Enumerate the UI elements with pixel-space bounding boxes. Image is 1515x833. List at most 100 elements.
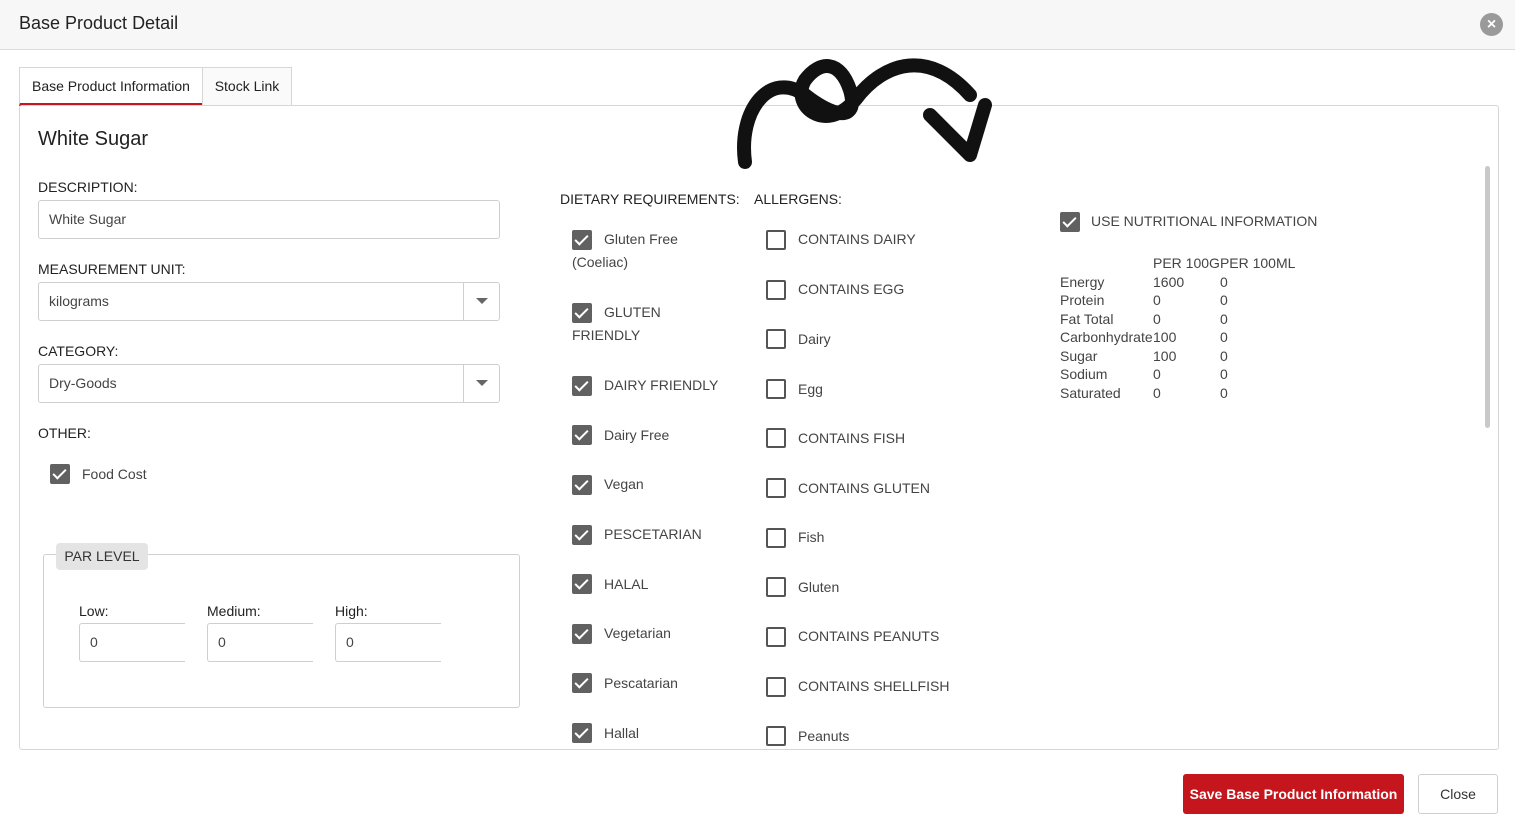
nutrient-name: Sugar bbox=[1060, 347, 1098, 364]
dietary-checkbox[interactable] bbox=[572, 624, 592, 644]
allergen-checkbox[interactable] bbox=[766, 677, 786, 697]
nutrition-header bbox=[1060, 254, 1153, 273]
measurement-unit-value: kilograms bbox=[49, 293, 109, 309]
dietary-label: PESCETARIAN bbox=[604, 526, 702, 542]
dietary-checkbox[interactable] bbox=[572, 376, 592, 396]
allergen-checkbox[interactable] bbox=[766, 379, 786, 399]
nutrient-name: Sodium bbox=[1060, 366, 1108, 383]
dietary-label: Dairy Free bbox=[604, 427, 670, 443]
nutrient-per-100ml: 0 bbox=[1219, 347, 1228, 364]
nutrient-per-100g: 0 bbox=[1153, 366, 1161, 383]
allergen-checkbox[interactable] bbox=[766, 280, 786, 300]
dietary-checkbox[interactable] bbox=[572, 475, 592, 495]
table-row: Protein 0 0 bbox=[1060, 291, 1295, 310]
modal-header: Base Product Detail × bbox=[0, 0, 1515, 50]
allergen-label: CONTAINS SHELLFISH bbox=[798, 678, 950, 694]
category-label: CATEGORY: bbox=[38, 343, 119, 359]
dietary-label: GLUTEN bbox=[604, 304, 661, 320]
par-medium-label: Medium: bbox=[207, 603, 261, 619]
allergen-label: Fish bbox=[798, 529, 825, 545]
dietary-checkbox[interactable] bbox=[572, 525, 592, 545]
product-title: White Sugar bbox=[38, 128, 149, 150]
nutrient-name: Energy bbox=[1060, 273, 1105, 290]
dietary-label: Vegetarian bbox=[604, 625, 671, 641]
allergen-label: Peanuts bbox=[798, 728, 850, 744]
nutrition-header: PER 100G bbox=[1153, 255, 1220, 272]
nutrient-name: Saturated bbox=[1060, 384, 1121, 401]
allergen-label: CONTAINS FISH bbox=[798, 430, 906, 446]
allergen-checkbox[interactable] bbox=[766, 726, 786, 746]
close-button[interactable]: Close bbox=[1418, 774, 1498, 814]
dietary-checkbox[interactable] bbox=[572, 723, 592, 743]
nutrient-name: Carbonhydrate bbox=[1060, 329, 1153, 346]
nutrient-per-100ml: 0 bbox=[1219, 310, 1228, 327]
allergen-checkbox[interactable] bbox=[766, 577, 786, 597]
close-icon[interactable]: × bbox=[1480, 13, 1503, 36]
dietary-label: Gluten Free bbox=[604, 231, 678, 247]
dietary-label: HALAL bbox=[604, 576, 649, 592]
allergen-label: CONTAINS EGG bbox=[798, 281, 905, 297]
nutrient-per-100ml: 0 bbox=[1219, 366, 1228, 383]
nutrient-per-100ml: 0 bbox=[1219, 329, 1228, 346]
dietary-checkbox[interactable] bbox=[572, 230, 592, 250]
allergen-label: CONTAINS DAIRY bbox=[798, 231, 916, 247]
dietary-label: FRIENDLY bbox=[572, 327, 641, 343]
nutrient-per-100ml: 0 bbox=[1219, 273, 1228, 290]
allergen-checkbox[interactable] bbox=[766, 230, 786, 250]
par-high-label: High: bbox=[335, 603, 368, 619]
allergens-title: ALLERGENS: bbox=[754, 191, 842, 207]
nutrient-per-100g: 100 bbox=[1153, 329, 1177, 346]
nutrient-per-100g: 100 bbox=[1153, 347, 1177, 364]
dietary-checkbox[interactable] bbox=[572, 673, 592, 693]
chevron-down-icon[interactable] bbox=[463, 283, 499, 320]
dietary-label: Pescatarian bbox=[604, 675, 678, 691]
par-low-input[interactable]: 0 bbox=[79, 623, 185, 662]
par-medium-input[interactable]: 0 bbox=[207, 623, 313, 662]
chevron-down-icon[interactable] bbox=[463, 365, 499, 402]
table-row: Fat Total 0 0 bbox=[1060, 310, 1295, 329]
save-button[interactable]: Save Base Product Information bbox=[1183, 774, 1404, 814]
use-nutritional-info-label: USE NUTRITIONAL INFORMATION bbox=[1091, 213, 1318, 229]
nutrient-per-100g: 0 bbox=[1153, 384, 1161, 401]
allergen-label: Egg bbox=[798, 381, 823, 397]
nutrient-per-100g: 0 bbox=[1153, 310, 1161, 327]
allergen-label: CONTAINS PEANUTS bbox=[798, 628, 940, 644]
table-row: Sugar 100 0 bbox=[1060, 347, 1295, 366]
dietary-checkbox[interactable] bbox=[572, 303, 592, 323]
category-value: Dry-Goods bbox=[49, 375, 117, 391]
dietary-label: Vegan bbox=[604, 476, 644, 492]
nutrient-per-100g: 1600 bbox=[1153, 273, 1185, 290]
tab-panel: White Sugar DESCRIPTION: White Sugar MEA… bbox=[19, 105, 1499, 750]
tab-stock-link[interactable]: Stock Link bbox=[202, 67, 292, 106]
par-level-title: PAR LEVEL bbox=[56, 543, 148, 570]
tab-base-product-information[interactable]: Base Product Information bbox=[19, 67, 203, 106]
table-row: Saturated 0 0 bbox=[1060, 384, 1295, 403]
par-high-input[interactable]: 0 bbox=[335, 623, 441, 662]
other-label: OTHER: bbox=[38, 425, 91, 441]
measurement-unit-label: MEASUREMENT UNIT: bbox=[38, 261, 186, 277]
scrollbar[interactable] bbox=[1485, 166, 1490, 428]
allergen-checkbox[interactable] bbox=[766, 528, 786, 548]
dietary-checkbox[interactable] bbox=[572, 425, 592, 445]
category-select[interactable]: Dry-Goods bbox=[38, 364, 500, 403]
dietary-checkbox[interactable] bbox=[572, 574, 592, 594]
table-row: Sodium 0 0 bbox=[1060, 365, 1295, 384]
nutrient-name: Fat Total bbox=[1060, 310, 1114, 327]
measurement-unit-select[interactable]: kilograms bbox=[38, 282, 500, 321]
nutrition-header-row: PER 100G PER 100ML bbox=[1060, 254, 1295, 273]
dietary-title: DIETARY REQUIREMENTS: bbox=[560, 191, 740, 207]
table-row: Energy 1600 0 bbox=[1060, 273, 1295, 292]
description-input[interactable]: White Sugar bbox=[38, 200, 500, 239]
table-row: Carbonhydrate 100 0 bbox=[1060, 328, 1295, 347]
allergen-checkbox[interactable] bbox=[766, 478, 786, 498]
allergen-checkbox[interactable] bbox=[766, 428, 786, 448]
allergen-label: CONTAINS GLUTEN bbox=[798, 480, 930, 496]
dietary-label: DAIRY FRIENDLY bbox=[604, 377, 719, 393]
dietary-label: (Coeliac) bbox=[572, 254, 629, 270]
food-cost-checkbox[interactable] bbox=[50, 464, 70, 484]
allergen-checkbox[interactable] bbox=[766, 329, 786, 349]
use-nutritional-info-checkbox[interactable] bbox=[1060, 212, 1080, 232]
allergen-checkbox[interactable] bbox=[766, 627, 786, 647]
allergen-label: Gluten bbox=[798, 579, 840, 595]
nutrition-table: PER 100G PER 100ML Energy 1600 0 Protein… bbox=[1060, 254, 1295, 402]
